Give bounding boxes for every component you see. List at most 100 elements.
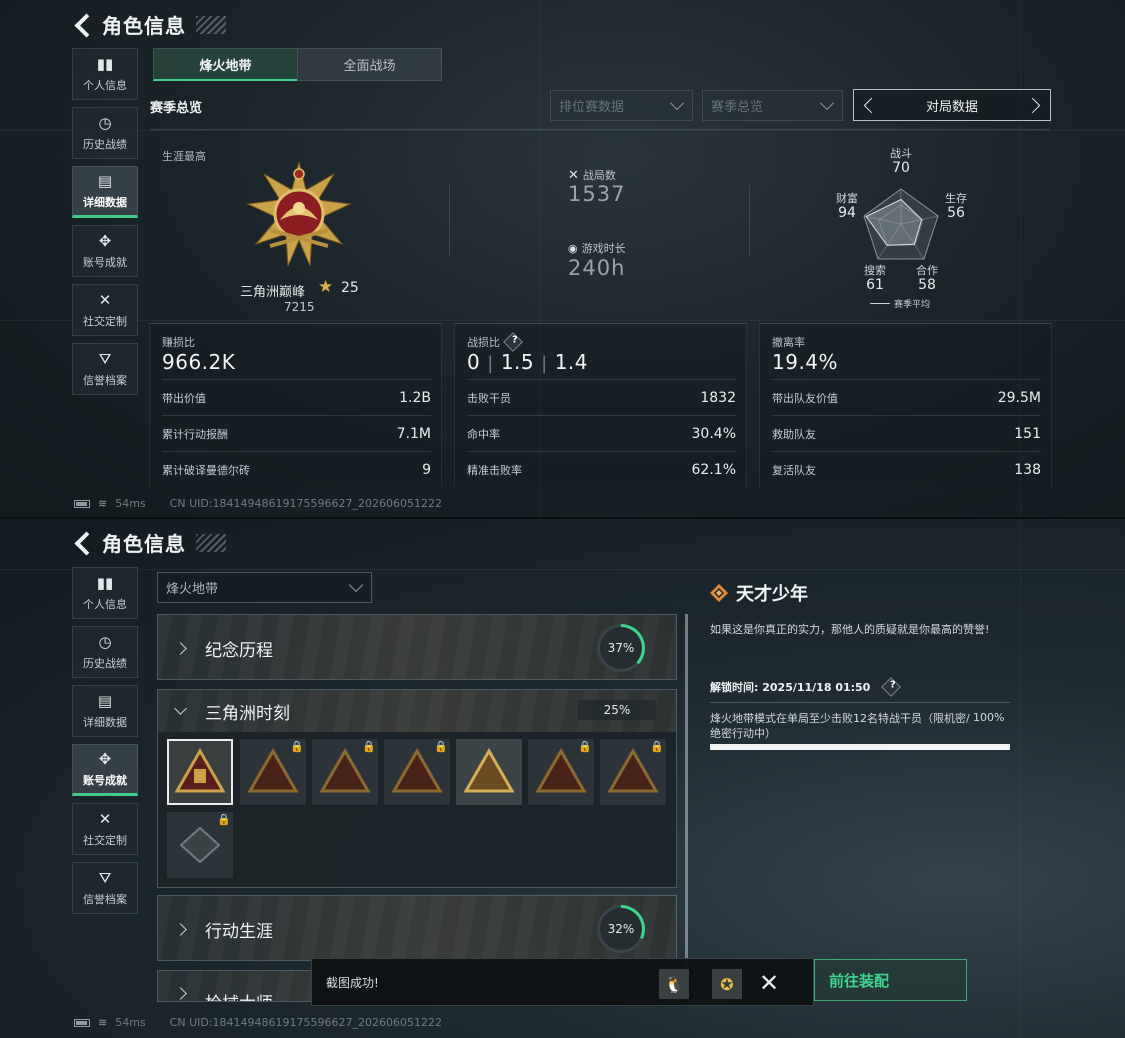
bg-grid-line (1020, 519, 1021, 1038)
folder-icon: ▤ (97, 171, 113, 190)
sidebar-item-label: 详细数据 (83, 195, 127, 209)
section-title: 赛季总览 (150, 101, 203, 116)
sidebar-item-label: 个人信息 (83, 597, 127, 611)
achievement-tile-locked[interactable]: 🔒 (240, 739, 306, 805)
pager-label: 对局数据 (925, 99, 978, 115)
sidebar-item-label: 个人信息 (83, 78, 127, 92)
category-delta-moments[interactable]: 三角洲时刻 25% (157, 689, 677, 733)
battery-icon (74, 1018, 90, 1027)
category-name: 三角洲时刻 (205, 703, 290, 724)
ping-value: 54ms (115, 1016, 146, 1029)
card-main-value: 966.2K (162, 350, 236, 374)
achievement-title: 天才少年 (736, 584, 808, 605)
back-arrow-icon[interactable] (72, 530, 94, 556)
sidebar-item-detail-data[interactable]: ▤ 详细数据 (72, 166, 138, 218)
sidebar-item-detail-data[interactable]: ▤ 详细数据 (72, 685, 138, 737)
rank-score: 7215 (284, 300, 315, 314)
achievement-icon: ✥ (98, 231, 112, 250)
back-arrow-icon[interactable] (72, 12, 94, 38)
radar-value-search: 61 (866, 277, 884, 293)
sidebar: ▮▮ 个人信息 ◷ 历史战绩 ▤ 详细数据 ✥ 账号成就 ✕ 社交定制 ⛛ 信誉… (72, 48, 140, 402)
kd-card: 战损比 ? 0 | 1.5 | 1.4 击败干员 1832 命中率 30.4% 精准击败率 6… (454, 323, 747, 487)
card-title: 赚损比 (162, 336, 195, 349)
chevron-down-icon (819, 95, 835, 111)
stat-row: 带出价值 1.2B (162, 379, 431, 415)
stat-row: 击败干员 1832 (467, 379, 736, 415)
radar-label-wealth: 财富 (836, 192, 858, 205)
sidebar-item-social[interactable]: ✕ 社交定制 (72, 284, 138, 336)
history-icon: ◷ (98, 632, 112, 651)
dropdown-value: 烽火地带 (166, 582, 219, 597)
category-operation-career[interactable]: 行动生涯 32% (157, 895, 677, 961)
help-icon[interactable]: ? (881, 677, 902, 697)
sidebar-item-credit[interactable]: ⛛ 信誉档案 (72, 862, 138, 914)
section-divider (150, 129, 1050, 130)
chevron-down-icon (174, 702, 187, 715)
radar-value-wealth: 94 (838, 205, 856, 221)
profit-card: 赚损比 966.2K 带出价值 1.2B 累计行动报酬 7.1M 累计破译曼德尔砖 9 (149, 323, 442, 487)
title-hatch-decoration (196, 15, 226, 34)
sidebar-item-achievements[interactable]: ✥ 账号成就 (72, 744, 138, 796)
ranked-data-dropdown[interactable]: 排位赛数据 (550, 90, 693, 121)
sidebar-item-label: 信誉档案 (83, 892, 127, 906)
radar-legend: 赛季平均 (870, 297, 930, 310)
go-equip-button[interactable]: 前往装配 (814, 959, 967, 1001)
achievement-tile-locked[interactable]: 🔒 (528, 739, 594, 805)
achievement-tile-locked[interactable]: 🔒 (312, 739, 378, 805)
header: 角色信息 (72, 10, 226, 39)
uid-text: CN UID:18414948619175596627_202606051222 (169, 1016, 443, 1029)
chevron-left-icon[interactable] (863, 97, 880, 113)
achievement-icon: ✥ (98, 749, 112, 768)
season-dropdown[interactable]: 赛季总览 (702, 90, 843, 121)
progress-ring: 32% (597, 905, 645, 953)
match-data-pager: 对局数据 (853, 89, 1051, 121)
playtime-label: ◉ 游戏时长 (568, 241, 626, 256)
achievement-tile[interactable] (167, 739, 233, 805)
sidebar-item-label: 历史战绩 (83, 656, 127, 670)
bar-chart-icon: ▮▮ (96, 54, 114, 73)
status-footer: ≋ 54ms CN UID:18414948619175596627_20260… (74, 497, 442, 510)
lock-icon: 🔒 (434, 740, 448, 753)
favorite-star-icon[interactable]: ✪ (712, 969, 742, 999)
sidebar-item-social[interactable]: ✕ 社交定制 (72, 803, 138, 855)
sidebar-item-history[interactable]: ◷ 历史战绩 (72, 107, 138, 159)
achievement-tile-locked[interactable]: 🔒 (384, 739, 450, 805)
chevron-right-icon (174, 641, 187, 655)
star-icon: ★ (318, 277, 334, 297)
achievement-tile-locked[interactable]: 🔒 (167, 812, 233, 878)
category-name: 行动生涯 (205, 921, 273, 942)
status-footer: ≋ 54ms CN UID:18414948619175596627_20260… (74, 1016, 442, 1029)
achievement-tile[interactable] (456, 739, 522, 805)
category-name: 枪械大师 (205, 989, 273, 1001)
career-best-label: 生涯最高 (162, 150, 206, 163)
qq-share-icon[interactable]: 🐧 (659, 969, 689, 999)
sidebar: ▮▮ 个人信息 ◷ 历史战绩 ▤ 详细数据 ✥ 账号成就 ✕ 社交定制 ⛛ 信誉… (72, 567, 140, 921)
lock-icon: 🔒 (217, 813, 231, 826)
sidebar-item-profile[interactable]: ▮▮ 个人信息 (72, 567, 138, 619)
achievement-tile-locked[interactable]: 🔒 (600, 739, 666, 805)
mode-dropdown[interactable]: 烽火地带 (157, 572, 372, 603)
screenshot-toast: 截图成功! 🐧 ✪ ✕ (311, 958, 814, 1006)
scrollbar[interactable] (685, 614, 688, 999)
chevron-right-icon[interactable] (1024, 97, 1041, 113)
credit-icon: ⛛ (98, 868, 112, 887)
tab-extraction[interactable]: 烽火地带 (153, 48, 298, 81)
sidebar-item-achievements[interactable]: ✥ 账号成就 (72, 225, 138, 277)
radar-chart (863, 188, 939, 260)
sidebar-item-label: 信誉档案 (83, 373, 127, 387)
chevron-down-icon (669, 95, 685, 111)
tools-icon: ✕ (98, 290, 112, 309)
close-icon[interactable]: ✕ (752, 967, 786, 999)
help-icon[interactable]: ? (503, 332, 523, 352)
category-commemoration[interactable]: 纪念历程 37% (157, 614, 677, 680)
tab-full-battlefield[interactable]: 全面战场 (297, 48, 442, 81)
stopwatch-icon: ◉ (568, 241, 578, 255)
achievement-grid: 🔒 🔒 🔒 🔒 🔒 🔒 (157, 732, 677, 888)
extraction-card: 撤离率 19.4% 带出队友价值 29.5M 救助队友 151 复活队友 138 (759, 323, 1052, 487)
dropdown-value: 赛季总览 (711, 100, 764, 115)
sidebar-item-profile[interactable]: ▮▮ 个人信息 (72, 48, 138, 100)
sidebar-item-history[interactable]: ◷ 历史战绩 (72, 626, 138, 678)
lock-icon: 🔒 (578, 740, 592, 753)
lock-icon: 🔒 (362, 740, 376, 753)
sidebar-item-credit[interactable]: ⛛ 信誉档案 (72, 343, 138, 395)
